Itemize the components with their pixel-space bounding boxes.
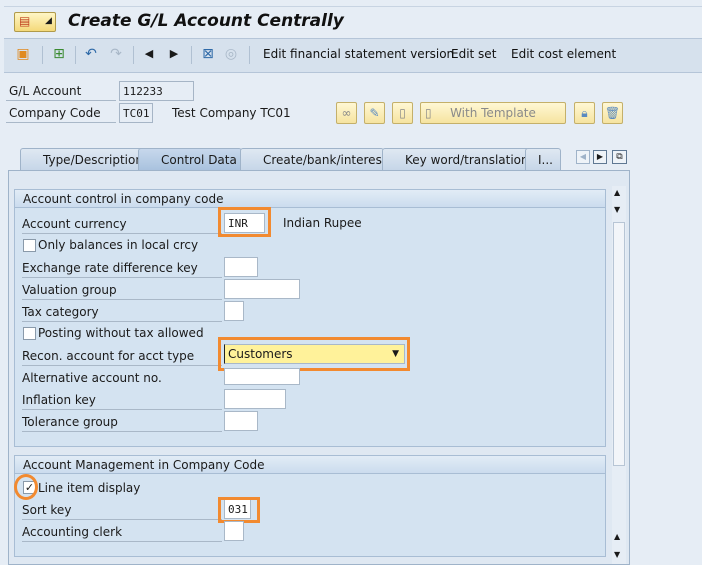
alternative-account-field[interactable] <box>224 368 300 385</box>
posting-without-tax-checkbox[interactable] <box>23 327 36 340</box>
highlight-box <box>218 497 260 523</box>
currency-name: Indian Rupee <box>283 216 362 230</box>
document-icon: ▯ <box>399 106 406 120</box>
left-arrow-icon: ◀ <box>579 152 587 161</box>
scroll-up-icon[interactable]: ▲ <box>614 188 620 197</box>
edit-cost-element-button[interactable]: Edit cost element <box>511 47 616 61</box>
tab-type-description[interactable]: Type/Description <box>20 148 144 170</box>
group-title: Account Management in Company Code <box>15 456 605 474</box>
undo-icon[interactable]: ↶ <box>82 45 100 63</box>
edit-button[interactable]: ✎ <box>364 102 385 124</box>
tax-category-field[interactable] <box>224 301 244 321</box>
previous-icon[interactable]: ◀ <box>140 45 158 63</box>
tolerance-group-field[interactable] <box>224 411 258 431</box>
scroll-down-icon[interactable]: ▼ <box>614 550 620 559</box>
line-item-display-label: Line item display <box>38 481 141 495</box>
pencil-icon: ✎ <box>369 106 380 120</box>
new-document-icon[interactable]: ▣ <box>14 45 32 63</box>
only-balances-checkbox[interactable] <box>23 239 36 252</box>
accounting-clerk-field[interactable] <box>224 521 244 541</box>
tab-control-data[interactable]: Control Data <box>138 148 242 170</box>
tolerance-group-label: Tolerance group <box>22 411 222 432</box>
vertical-scrollbar[interactable]: ▲ ▼ ▲ ▼ <box>612 186 626 564</box>
tab-key-word-translation[interactable]: Key word/translation <box>382 148 530 170</box>
lock-button[interactable]: 🔒︎ <box>574 102 595 124</box>
menu-button[interactable]: ▤ ◢ <box>14 12 56 32</box>
edit-set-button[interactable]: Edit set <box>451 47 496 61</box>
highlight-circle <box>14 474 38 500</box>
highlight-box <box>218 337 410 371</box>
tax-category-label: Tax category <box>22 301 222 322</box>
inflation-key-label: Inflation key <box>22 389 222 410</box>
only-balances-label: Only balances in local crcy <box>38 238 199 252</box>
next-icon[interactable]: ▶ <box>165 45 183 63</box>
gl-account-label: G/L Account <box>9 84 82 98</box>
right-arrow-icon: ▶ <box>596 152 604 161</box>
accounting-clerk-label: Accounting clerk <box>22 521 222 542</box>
hierarchy-icon[interactable]: ⊞ <box>50 45 68 63</box>
tab-list-button[interactable]: ⧉ <box>612 150 627 164</box>
page-title: Create G/L Account Centrally <box>68 11 344 31</box>
trash-icon: 🗑︎ <box>604 106 621 120</box>
exchange-rate-field[interactable] <box>224 257 258 277</box>
posting-without-tax-label: Posting without tax allowed <box>38 326 204 340</box>
menu-icon: ▤ <box>19 14 31 28</box>
gl-account-field[interactable]: 112233 <box>119 81 194 101</box>
tab-scroll-right[interactable]: ▶ <box>593 150 607 164</box>
print-icon[interactable]: ⊠ <box>199 45 217 63</box>
valuation-group-field[interactable] <box>224 279 300 299</box>
tab-list-icon: ⧉ <box>616 152 623 162</box>
alternative-account-label: Alternative account no. <box>22 371 162 385</box>
create-button[interactable]: ▯ <box>392 102 413 124</box>
scroll-thumb[interactable] <box>613 222 625 466</box>
with-template-button[interactable]: ▯ With Template <box>420 102 566 124</box>
dropdown-icon: ◢ <box>45 16 52 26</box>
sort-key-label: Sort key <box>22 499 222 520</box>
recon-account-label: Recon. account for acct type <box>22 345 222 366</box>
inflation-key-field[interactable] <box>224 389 286 409</box>
account-currency-label: Account currency <box>22 213 222 234</box>
display-button[interactable]: ∞ <box>336 102 357 124</box>
company-code-label: Company Code <box>9 106 101 120</box>
company-code-field[interactable]: TC01 <box>119 103 153 123</box>
delete-button[interactable]: 🗑︎ <box>602 102 623 124</box>
scroll-down-icon[interactable]: ▼ <box>614 205 620 214</box>
highlight-box <box>218 207 271 237</box>
lock-icon: 🔒︎ <box>581 106 588 120</box>
tab-more[interactable]: I... <box>525 148 561 170</box>
redo-icon[interactable]: ↷ <box>107 45 125 63</box>
glasses-icon: ∞ <box>341 106 352 120</box>
tab-scroll-left[interactable]: ◀ <box>576 150 590 164</box>
group-title: Account control in company code <box>15 190 605 208</box>
tab-create-bank-interest[interactable]: Create/bank/interest <box>240 148 387 170</box>
edit-fs-version-button[interactable]: Edit financial statement version <box>263 47 454 61</box>
company-name: Test Company TC01 <box>172 106 291 120</box>
exchange-rate-label: Exchange rate difference key <box>22 257 222 278</box>
valuation-group-label: Valuation group <box>22 279 222 300</box>
scroll-up-icon[interactable]: ▲ <box>614 532 620 541</box>
document-icon: ▯ <box>425 106 432 120</box>
find-icon[interactable]: ◎ <box>222 45 240 63</box>
